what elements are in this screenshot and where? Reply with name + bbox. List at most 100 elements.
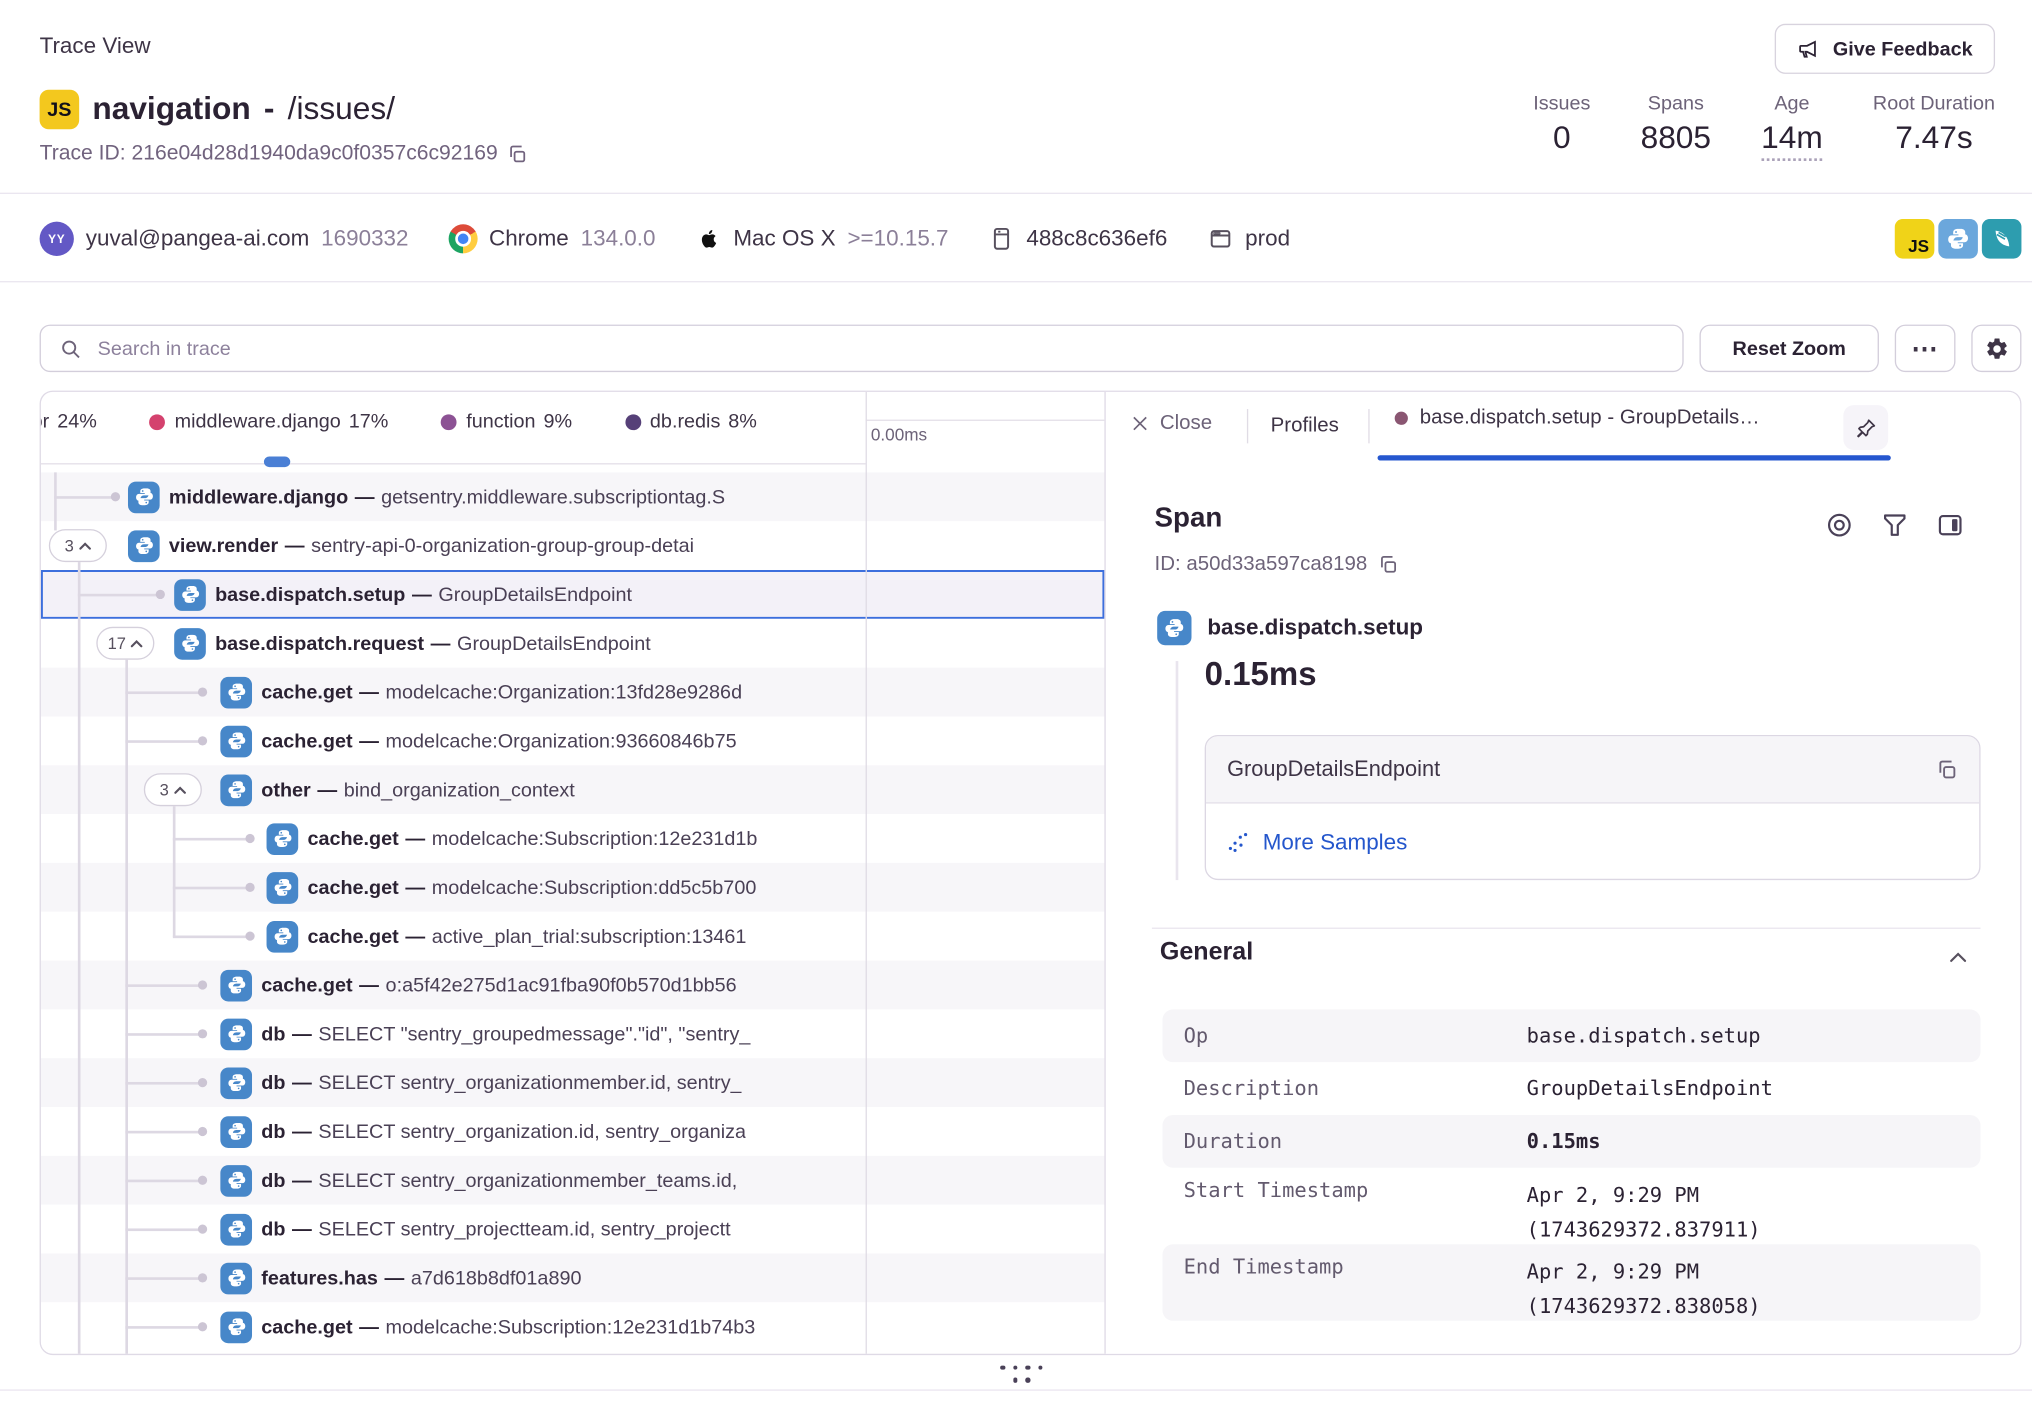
- connector-line: [125, 1325, 202, 1328]
- op-desc-separator: —: [285, 1023, 318, 1045]
- reset-zoom-button[interactable]: Reset Zoom: [1699, 325, 1878, 373]
- op-desc-separator: —: [378, 1267, 411, 1289]
- more-options-button[interactable]: ⋯: [1895, 325, 1956, 373]
- trace-tree-row[interactable]: db—SELECT "sentry_groupedmessage"."id", …: [41, 1009, 1105, 1058]
- python-icon: [220, 774, 252, 806]
- pin-tab-button[interactable]: [1843, 405, 1888, 450]
- connector-line: [125, 984, 202, 987]
- more-samples-link[interactable]: More Samples: [1263, 829, 1408, 855]
- tree-guide-line: [54, 472, 57, 530]
- collapse-chip[interactable]: 17: [96, 627, 154, 660]
- legend-pct: 8%: [728, 410, 757, 432]
- os-meta: Mac OS X >=10.15.7: [695, 226, 948, 252]
- platform-icons: JS: [1895, 219, 2022, 259]
- span-op: features.has: [261, 1267, 378, 1289]
- legend-item-or[interactable]: or24%: [40, 410, 97, 432]
- trace-tree-row[interactable]: cache.get—modelcache:Subscription:12e231…: [41, 1302, 1105, 1351]
- legend-item-db-redis[interactable]: db.redis8%: [625, 410, 757, 432]
- browser-name: Chrome: [489, 226, 569, 252]
- trace-tree-row[interactable]: 3 view.render—sentry-api-0-organization-g…: [41, 521, 1105, 570]
- span-description: modelcache:Subscription:12e231d1b: [432, 827, 758, 849]
- os-name: Mac OS X: [733, 226, 835, 252]
- trace-tree-row[interactable]: base.dispatch.setup—GroupDetailsEndpoint: [41, 570, 1105, 619]
- trace-tree-row[interactable]: cache.get—active_plan_trial:subscription…: [41, 912, 1105, 961]
- active-tab-underline: [1378, 455, 1891, 460]
- copy-icon[interactable]: [507, 144, 528, 165]
- span-op: base.dispatch.request: [215, 632, 424, 654]
- trace-tree-row[interactable]: cache.get—modelcache:Subscription:dd5c5b…: [41, 863, 1105, 912]
- give-feedback-label: Give Feedback: [1833, 38, 1973, 60]
- funnel-icon[interactable]: [1880, 511, 1909, 540]
- collapse-section-button[interactable]: [1946, 946, 1970, 970]
- op-desc-separator: —: [399, 925, 432, 947]
- connector-dot: [197, 1273, 206, 1282]
- tree-header-divider: [41, 463, 866, 464]
- trace-tree-row[interactable]: db—SELECT sentry_organizationmember.id, …: [41, 1058, 1105, 1107]
- row-text: db—SELECT "sentry_groupedmessage"."id", …: [261, 1023, 750, 1045]
- stat-label: Spans: [1648, 92, 1704, 114]
- collapse-chip[interactable]: 3: [49, 529, 107, 562]
- trace-tree-row[interactable]: db—SELECT sentry_projectteam.id, sentry_…: [41, 1205, 1105, 1254]
- side-panel-icon[interactable]: [1936, 511, 1965, 540]
- legend-item-function[interactable]: function9%: [441, 410, 572, 432]
- connector-line: [173, 886, 250, 889]
- tree-guide-line: [173, 806, 176, 937]
- connector-dot: [197, 1176, 206, 1185]
- trace-tree-row[interactable]: middleware.django—getsentry.middleware.s…: [41, 472, 1105, 521]
- trace-tree-row[interactable]: db—SELECT sentry_organization.id, sentry…: [41, 1107, 1105, 1156]
- trace-tree: middleware.django—getsentry.middleware.s…: [41, 472, 1105, 1355]
- python-icon: [1157, 611, 1191, 645]
- tab-profiles[interactable]: Profiles: [1271, 414, 1339, 438]
- give-feedback-button[interactable]: Give Feedback: [1775, 24, 1995, 74]
- python-icon: [267, 872, 299, 904]
- stat-issues: Issues0: [1533, 92, 1590, 161]
- span-description: SELECT sentry_projectteam.id, sentry_pro…: [318, 1218, 730, 1240]
- copy-icon[interactable]: [1936, 758, 1958, 780]
- megaphone-icon: [1797, 37, 1821, 61]
- connector-line: [125, 740, 202, 743]
- span-description: SELECT "sentry_groupedmessage"."id", "se…: [318, 1023, 750, 1045]
- row-text: cache.get—modelcache:Subscription:dd5c5b…: [307, 876, 756, 898]
- trace-tree-row[interactable]: 17base.dispatch.request—GroupDetailsEndp…: [41, 619, 1105, 668]
- span-duration: 0.15ms: [1205, 656, 1317, 694]
- tab-span-details[interactable]: base.dispatch.setup - GroupDetails…: [1395, 406, 1760, 430]
- trace-tree-row[interactable]: cache.get—modelcache:Organization:936608…: [41, 716, 1105, 765]
- op-desc-separator: —: [278, 534, 311, 556]
- trace-tree-row[interactable]: cache.get—modelcache:Organization:13fd28…: [41, 668, 1105, 717]
- general-value-line: (1743629372.838058): [1527, 1289, 1761, 1323]
- span-description: bind_organization_context: [344, 778, 575, 800]
- environment-meta: prod: [1207, 226, 1290, 252]
- focus-target-icon[interactable]: [1825, 511, 1854, 540]
- general-value: Apr 2, 9:29 PM(1743629372.838058): [1527, 1255, 1761, 1324]
- span-op: cache.get: [307, 925, 398, 947]
- trace-tree-row[interactable]: 3other—bind_organization_context: [41, 765, 1105, 814]
- general-row-op: Opbase.dispatch.setup: [1162, 1009, 1980, 1062]
- python-icon: [220, 1116, 252, 1148]
- connector-line: [173, 935, 250, 938]
- search-input[interactable]: [95, 336, 1664, 361]
- trace-tree-row[interactable]: cache.get—o:a5f42e275d1ac91fba90f0b570d1…: [41, 961, 1105, 1010]
- stat-root-duration: Root Duration7.47s: [1873, 92, 1995, 161]
- row-text: db—SELECT sentry_projectteam.id, sentry_…: [261, 1218, 730, 1240]
- row-text: cache.get—modelcache:Subscription:12e231…: [261, 1316, 755, 1338]
- trace-tree-row[interactable]: db—SELECT sentry_organizationmember_team…: [41, 1156, 1105, 1205]
- span-op: cache.get: [261, 730, 352, 752]
- collapse-chip[interactable]: 3: [144, 773, 202, 806]
- resize-handle[interactable]: [999, 1359, 1044, 1388]
- stat-label: Issues: [1533, 92, 1590, 114]
- trace-tree-row[interactable]: features.has—a7d618b8df01a890: [41, 1254, 1105, 1303]
- copy-icon[interactable]: [1378, 554, 1399, 575]
- trace-tree-row[interactable]: cache.get—modelcache:Subscription:12e231…: [41, 814, 1105, 863]
- python-icon: [128, 481, 160, 513]
- tree-guide-line: [125, 660, 128, 1355]
- settings-button[interactable]: [1971, 325, 2021, 373]
- chevron-up-icon: [79, 542, 91, 550]
- close-panel-button[interactable]: Close: [1131, 412, 1212, 436]
- legend-item-middleware-django[interactable]: middleware.django17%: [150, 410, 389, 432]
- waterfall-left-divider[interactable]: [866, 392, 867, 1355]
- javascript-badge-icon: JS: [40, 90, 80, 130]
- general-row-start-timestamp: Start TimestampApr 2, 9:29 PM(1743629372…: [1162, 1168, 1980, 1245]
- row-text: view.render—sentry-api-0-organization-gr…: [169, 534, 694, 556]
- tab-separator: [1247, 409, 1248, 443]
- trace-waterfall-card: or24% middleware.django17% function9% db.re…: [40, 391, 2022, 1356]
